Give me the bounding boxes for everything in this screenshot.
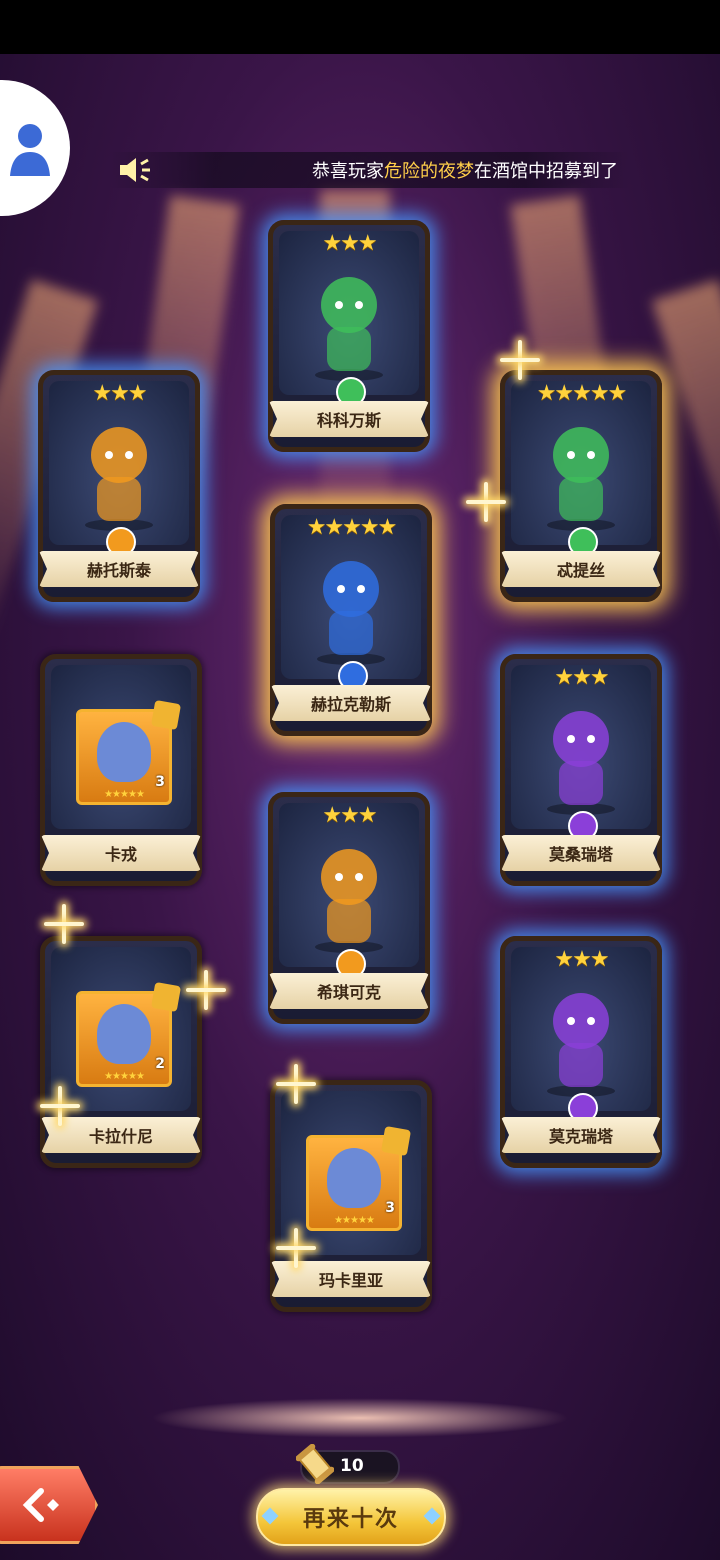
name-ribbon: 赫托斯泰	[39, 551, 199, 587]
card-stars: ★★★	[554, 665, 609, 690]
scroll-count: 10	[340, 1456, 364, 1476]
hero-fragment-icon: 2 ★★★★★	[76, 981, 182, 1087]
hero-name: 忒提丝	[556, 561, 605, 580]
sparkle	[186, 970, 226, 1010]
hero-name: 玛卡里亚	[318, 1271, 383, 1290]
user-avatar-button[interactable]	[0, 80, 70, 216]
scroll-counter: 10	[296, 1444, 400, 1484]
fragment-count: 2	[155, 1056, 165, 1072]
status-bar	[0, 0, 720, 54]
hero-portrait	[547, 427, 615, 531]
speaker-icon	[120, 158, 150, 182]
name-ribbon: 卡戎	[41, 835, 201, 871]
hero-name: 莫桑瑞塔	[548, 845, 613, 864]
hero-portrait	[547, 711, 615, 815]
gem-decoration	[423, 1507, 441, 1525]
name-ribbon: 赫拉克勒斯	[271, 685, 431, 721]
fragment-count: 3	[385, 1200, 395, 1216]
fragment-portrait	[327, 1148, 381, 1208]
card-stars: ★★★	[322, 231, 377, 256]
gem-decoration	[261, 1507, 279, 1525]
hero-name: 希琪可克	[316, 983, 381, 1002]
fragment-stars: ★★★★★	[104, 1071, 145, 1082]
summon-again-label: 再来十次	[302, 1507, 399, 1532]
summon-again-button[interactable]: 再来十次	[256, 1488, 446, 1546]
puzzle-piece-icon	[380, 1125, 412, 1157]
sparkle	[276, 1064, 316, 1104]
fragment-portrait	[97, 722, 151, 782]
card-stars: ★★★	[322, 803, 377, 828]
card-stars: ★★★	[92, 381, 147, 406]
hero-card[interactable]: 2 ★★★★★ 卡拉什尼	[40, 936, 202, 1168]
puzzle-piece-icon	[150, 699, 182, 731]
fragment-stars: ★★★★★	[334, 1215, 375, 1226]
card-stars: ★★★★★	[306, 515, 398, 540]
sparkle	[40, 1086, 80, 1126]
sparkle	[44, 904, 84, 944]
puzzle-piece-icon	[150, 981, 182, 1013]
back-arrow-icon	[22, 1488, 59, 1522]
hero-card[interactable]: ★★★ 莫克瑞塔	[500, 936, 662, 1168]
stage-glow	[150, 1398, 570, 1438]
hero-card[interactable]: ★★★ 科科万斯	[268, 220, 430, 452]
sparkle	[276, 1228, 316, 1268]
hero-portrait	[317, 561, 385, 665]
hero-portrait	[85, 427, 153, 531]
hero-card[interactable]: 3 ★★★★★ 卡戎	[40, 654, 202, 886]
hero-name: 赫托斯泰	[86, 561, 151, 580]
hero-card[interactable]: ★★★ 希琪可克	[268, 792, 430, 1024]
hero-name: 赫拉克勒斯	[310, 695, 391, 714]
name-ribbon: 科科万斯	[269, 401, 429, 437]
hero-name: 莫克瑞塔	[548, 1127, 613, 1146]
hero-portrait	[547, 993, 615, 1097]
sparkle	[466, 482, 506, 522]
hero-card[interactable]: ★★★★★ 赫拉克勒斯	[270, 504, 432, 736]
sparkle	[500, 340, 540, 380]
name-ribbon: 莫克瑞塔	[501, 1117, 661, 1153]
hero-name: 卡拉什尼	[88, 1127, 153, 1146]
hero-card[interactable]: ★★★ 莫桑瑞塔	[500, 654, 662, 886]
announcement-text: 恭喜玩家危险的夜梦在酒馆中招募到了	[312, 161, 618, 182]
card-stars: ★★★★★	[536, 381, 628, 406]
summon-scroll-icon	[296, 1444, 334, 1484]
announcement-marquee: 恭喜玩家危险的夜梦在酒馆中招募到了	[110, 152, 630, 188]
name-ribbon: 希琪可克	[269, 973, 429, 1009]
fragment-count: 3	[155, 774, 165, 790]
hero-card[interactable]: ★★★★★ 忒提丝	[500, 370, 662, 602]
fragment-stars: ★★★★★	[104, 789, 145, 800]
fragment-portrait	[97, 1004, 151, 1064]
hero-fragment-icon: 3 ★★★★★	[76, 699, 182, 805]
hero-fragment-icon: 3 ★★★★★	[306, 1125, 412, 1231]
hero-name: 卡戎	[104, 845, 137, 864]
hero-portrait	[315, 849, 383, 953]
hero-name: 科科万斯	[316, 411, 381, 430]
name-ribbon: 忒提丝	[501, 551, 661, 587]
hero-card[interactable]: ★★★ 赫托斯泰	[38, 370, 200, 602]
user-avatar-icon	[10, 124, 50, 176]
hero-card[interactable]: 3 ★★★★★ 玛卡里亚	[270, 1080, 432, 1312]
hero-portrait	[315, 277, 383, 381]
back-button[interactable]	[0, 1466, 98, 1544]
name-ribbon: 莫桑瑞塔	[501, 835, 661, 871]
card-stars: ★★★	[554, 947, 609, 972]
